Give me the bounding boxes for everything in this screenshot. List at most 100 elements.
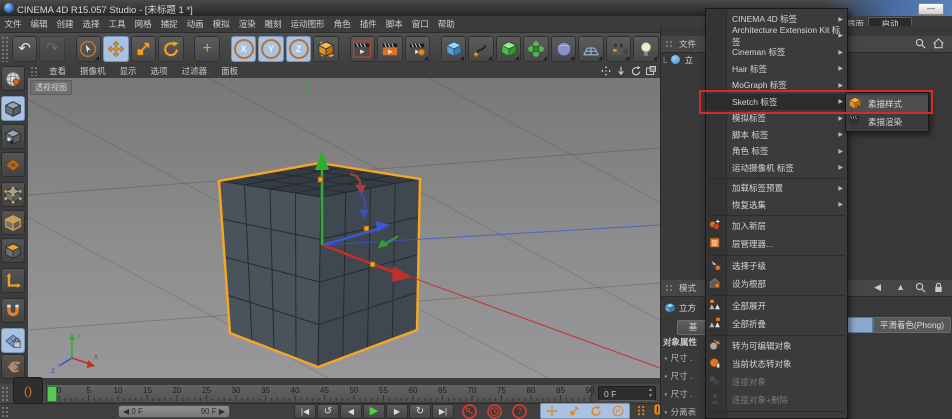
add-generator-button[interactable] bbox=[495, 35, 522, 62]
menu-1[interactable]: 文件 bbox=[0, 16, 26, 32]
goto-start-button[interactable]: |◀ bbox=[294, 404, 316, 419]
menu-7[interactable]: 捕捉 bbox=[156, 16, 182, 32]
key-position-button[interactable] bbox=[546, 405, 558, 417]
viewport-label[interactable]: 透视视图 bbox=[30, 80, 72, 95]
key-pla-button[interactable] bbox=[636, 404, 648, 416]
polygons-mode-button[interactable] bbox=[1, 238, 25, 263]
paint-setup-button[interactable] bbox=[1, 66, 25, 91]
add-floor-button[interactable] bbox=[578, 35, 604, 62]
menu-17[interactable]: 帮助 bbox=[433, 16, 459, 32]
preview-range-slider[interactable]: ◀ 0 F 90 F ▶ bbox=[118, 405, 230, 418]
search-icon[interactable] bbox=[914, 281, 927, 294]
enable-axis-button[interactable] bbox=[1, 268, 25, 293]
object-manager-grip[interactable] bbox=[665, 40, 673, 48]
menu-item-运动摄像机-标签[interactable]: 运动摄像机 标签 ▶ bbox=[706, 160, 847, 177]
add-primitive-button[interactable] bbox=[440, 35, 467, 62]
loop-button[interactable]: ↻ bbox=[409, 404, 431, 419]
rotate-button[interactable] bbox=[158, 35, 184, 62]
zoom-button[interactable] bbox=[613, 64, 628, 77]
add-light-button[interactable] bbox=[633, 35, 659, 62]
current-frame-field[interactable]: 0 F ▲ ▼ bbox=[598, 386, 656, 401]
goto-end-button[interactable]: ▶| bbox=[432, 404, 454, 419]
coordinate-system-button[interactable] bbox=[313, 35, 339, 62]
menu-item-clipped[interactable] bbox=[706, 413, 847, 418]
toggle-views-button[interactable] bbox=[643, 64, 658, 77]
redo-button[interactable]: ↷ bbox=[39, 35, 65, 62]
menu-item-Hair-标签[interactable]: Hair 标签 ▶ bbox=[706, 61, 847, 78]
anim-dot-icon[interactable]: ● bbox=[664, 356, 668, 362]
menu-4[interactable]: 选择 bbox=[78, 16, 104, 32]
spinner-arrows-icon[interactable]: ▲ ▼ bbox=[648, 387, 653, 399]
workplane-mode-button[interactable] bbox=[1, 152, 25, 177]
attribute-row[interactable]: ● 分离表 bbox=[664, 406, 696, 418]
minimize-button[interactable]: — bbox=[918, 3, 944, 15]
attribute-row[interactable]: ● 尺寸 . bbox=[664, 370, 692, 382]
toolbar-grip[interactable] bbox=[1, 35, 8, 62]
play-reverse-button[interactable]: ↺ bbox=[317, 404, 339, 419]
viewport-canvas[interactable]: y x z 透视视图 bbox=[28, 78, 660, 378]
autokey-button[interactable] bbox=[487, 404, 502, 419]
lock-x-button[interactable]: X bbox=[230, 35, 257, 62]
object-tree-row[interactable]: L 立 bbox=[663, 54, 693, 66]
menu-item-选择子级[interactable]: 选择子级 bbox=[706, 257, 847, 275]
scale-button[interactable] bbox=[130, 35, 157, 62]
menu-item-加入新层[interactable]: 加入新层 bbox=[706, 217, 847, 235]
viewport-menu-4[interactable]: 选项 bbox=[144, 65, 175, 77]
menu-item-脚本-标签[interactable]: 脚本 标签 ▶ bbox=[706, 127, 847, 144]
menu-item-恢复选集[interactable]: 恢复选集 ▶ bbox=[706, 197, 847, 214]
render-view-button[interactable] bbox=[349, 35, 376, 62]
workplane-align-button[interactable] bbox=[1, 354, 25, 379]
render-settings-button[interactable] bbox=[404, 35, 431, 62]
menu-3[interactable]: 创建 bbox=[52, 16, 78, 32]
attribute-mode-menu[interactable]: 模式 bbox=[679, 282, 696, 294]
keyframe-options-button[interactable]: ? bbox=[512, 404, 527, 419]
viewport-grip[interactable] bbox=[30, 66, 38, 76]
viewport-menu-2[interactable]: 摄像机 bbox=[73, 65, 113, 77]
history-back-icon[interactable]: ◀ bbox=[874, 282, 881, 293]
add-environment-button[interactable] bbox=[550, 35, 577, 62]
add-deformer-button[interactable] bbox=[523, 35, 549, 62]
model-mode-button[interactable] bbox=[1, 96, 25, 121]
menu-item-转为可编辑对象[interactable]: 转为可编辑对象 bbox=[706, 337, 847, 355]
viewport-menu-3[interactable]: 显示 bbox=[113, 65, 144, 77]
next-frame-button[interactable]: ▶ bbox=[386, 404, 408, 419]
prev-frame-button[interactable]: ◀ bbox=[340, 404, 362, 419]
menu-item-加载标签预置[interactable]: 加载标签预置 ▶ bbox=[706, 180, 847, 197]
menu-11[interactable]: 雕刻 bbox=[260, 16, 286, 32]
live-selection-button[interactable] bbox=[75, 35, 102, 62]
submenu-item-素描渲染[interactable]: 素描渲染 bbox=[846, 113, 928, 131]
texture-mode-button[interactable] bbox=[1, 124, 25, 149]
viewport-menu-5[interactable]: 过滤器 bbox=[175, 65, 215, 77]
current-frame-marker[interactable] bbox=[47, 386, 57, 402]
object-manager-menu[interactable]: 文件 bbox=[679, 38, 696, 50]
menu-item-Architecture-Extension-Kit-标签[interactable]: Architecture Extension Kit 标签 ▶ bbox=[706, 25, 847, 47]
menu-5[interactable]: 工具 bbox=[104, 16, 130, 32]
key-scale-button[interactable] bbox=[568, 405, 580, 417]
play-button[interactable]: ▶ bbox=[363, 404, 385, 419]
render-picture-viewer-button[interactable] bbox=[377, 35, 403, 62]
menu-16[interactable]: 窗口 bbox=[407, 16, 433, 32]
workplane-lock-button[interactable] bbox=[1, 328, 25, 353]
phong-tag-chip[interactable]: 平滑着色(Phong) bbox=[873, 317, 951, 333]
points-mode-button[interactable] bbox=[1, 182, 25, 207]
menu-item-设为根部[interactable]: 设为根部 bbox=[706, 275, 847, 293]
anim-dot-icon[interactable]: ● bbox=[664, 374, 668, 380]
menu-14[interactable]: 插件 bbox=[355, 16, 381, 32]
menu-15[interactable]: 脚本 bbox=[381, 16, 407, 32]
attribute-row[interactable]: ● 尺寸 . bbox=[664, 352, 692, 364]
search-icon[interactable] bbox=[914, 37, 927, 50]
menu-item-当前状态转对象[interactable]: 当前状态转对象 bbox=[706, 355, 847, 373]
timeline-ruler[interactable]: 0 5 10 15 20 25 30 35 40 45 50 55 60 65 70 75 80 85 90 bbox=[46, 384, 594, 403]
menu-9[interactable]: 模拟 bbox=[208, 16, 234, 32]
anim-dot-icon[interactable]: ● bbox=[664, 410, 668, 416]
menu-6[interactable]: 网格 bbox=[130, 16, 156, 32]
viewport-menu-6[interactable]: 面板 bbox=[214, 65, 245, 77]
home-icon[interactable] bbox=[932, 37, 945, 50]
menu-10[interactable]: 渲染 bbox=[234, 16, 260, 32]
viewport-menu-1[interactable]: 查看 bbox=[42, 65, 73, 77]
history-up-icon[interactable]: ▲ bbox=[896, 282, 905, 292]
pan-button[interactable] bbox=[598, 64, 613, 77]
add-camera-button[interactable] bbox=[605, 35, 632, 62]
undo-button[interactable]: ↶ bbox=[11, 35, 38, 62]
menu-13[interactable]: 角色 bbox=[329, 16, 355, 32]
